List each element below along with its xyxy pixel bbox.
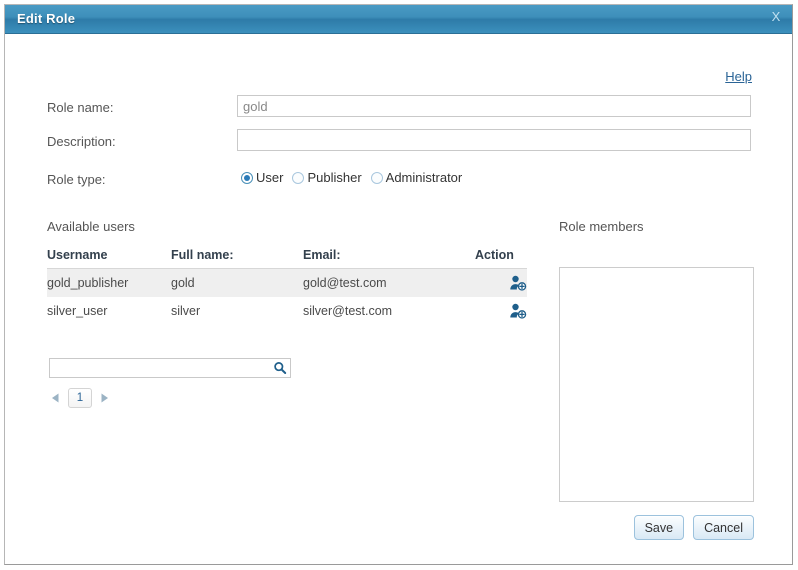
available-users-title: Available users	[47, 219, 135, 234]
role-members-list[interactable]	[559, 267, 754, 502]
cell-email: silver@test.com	[303, 304, 393, 318]
dialog-button-bar: Save Cancel	[559, 515, 754, 540]
radio-label-publisher: Publisher	[307, 170, 362, 185]
triangle-right-icon[interactable]	[99, 391, 111, 405]
column-header-username: Username	[47, 246, 171, 269]
help-link[interactable]: Help	[725, 69, 752, 84]
cell-fullname: silver	[171, 304, 201, 318]
role-type-label: Role type:	[47, 172, 106, 187]
cell-action	[475, 297, 527, 325]
description-label: Description:	[47, 134, 116, 149]
column-header-fullname: Full name:	[171, 246, 303, 269]
close-icon[interactable]: X	[768, 9, 784, 25]
save-button[interactable]: Save	[633, 515, 685, 540]
radio-icon-user	[241, 171, 253, 184]
dialog-content: Help Role name: Description: Role type: …	[5, 34, 792, 564]
pagination-page-1[interactable]: 1	[68, 388, 92, 408]
pagination: 1	[49, 388, 111, 408]
radio-icon-administrator	[370, 171, 383, 184]
table-row[interactable]: silver_user silver silver@test.com	[47, 297, 527, 325]
column-header-email: Email:	[303, 246, 475, 269]
search-input[interactable]	[50, 359, 266, 377]
add-user-icon[interactable]	[509, 303, 527, 319]
cell-username: silver_user	[47, 304, 108, 318]
radio-option-administrator[interactable]: Administrator	[370, 170, 463, 185]
dialog-title: Edit Role	[17, 11, 76, 26]
cell-email: gold@test.com	[303, 268, 475, 297]
add-user-icon[interactable]	[509, 275, 527, 291]
description-input[interactable]	[237, 129, 751, 151]
available-users-table: Username Full name: Email: Action gold_p…	[47, 246, 527, 325]
column-header-action: Action	[475, 246, 527, 269]
role-name-label: Role name:	[47, 100, 114, 115]
cell-action	[475, 268, 527, 297]
table-header-row: Username Full name: Email: Action	[47, 246, 527, 269]
cancel-button[interactable]: Cancel	[693, 515, 754, 540]
radio-icon-publisher	[292, 171, 305, 184]
cell-username: gold_publisher	[47, 268, 171, 297]
radio-label-user: User	[256, 170, 284, 185]
radio-label-administrator: Administrator	[385, 170, 463, 185]
table-row[interactable]: gold_publisher gold gold@test.com	[47, 268, 527, 297]
role-members-title: Role members	[559, 219, 644, 234]
user-search-box	[49, 358, 291, 378]
role-type-radio-group: User Publisher Administrator	[241, 170, 462, 185]
radio-option-user[interactable]: User	[241, 170, 283, 185]
edit-role-dialog: Edit Role X Help Role name: Description:…	[4, 4, 793, 565]
radio-option-publisher[interactable]: Publisher	[292, 170, 362, 185]
cell-fullname: gold	[171, 268, 303, 297]
dialog-titlebar: Edit Role X	[5, 5, 792, 34]
triangle-left-icon[interactable]	[49, 391, 61, 405]
search-icon[interactable]	[273, 361, 287, 375]
role-name-input[interactable]	[237, 95, 751, 117]
